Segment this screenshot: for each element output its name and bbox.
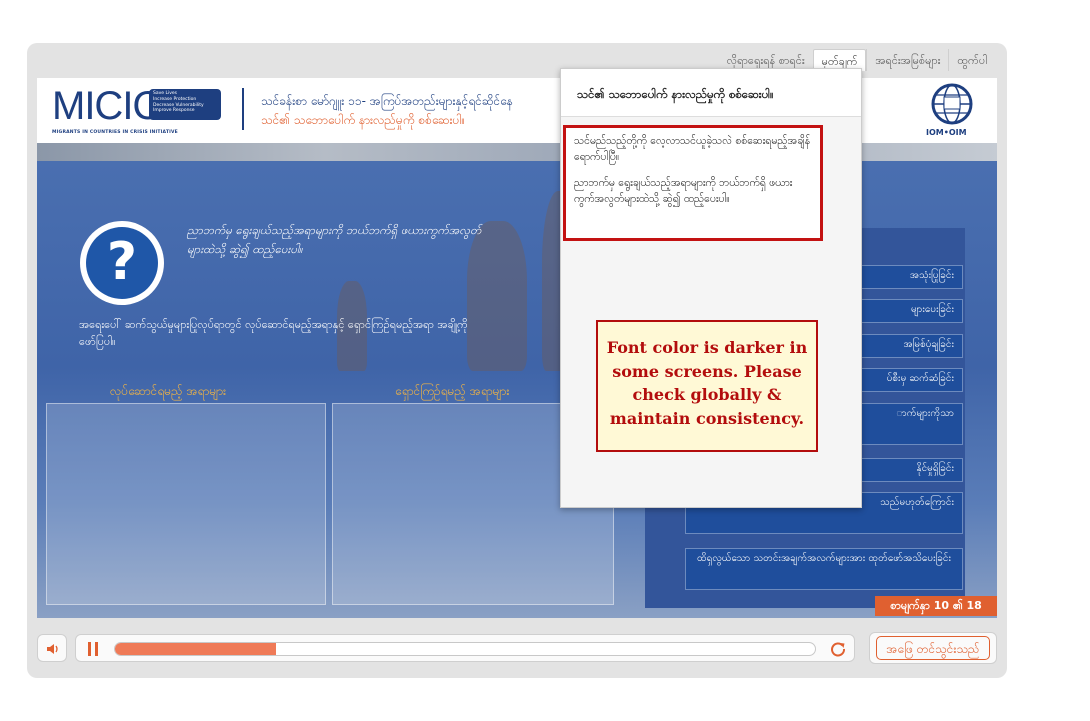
header-divider xyxy=(242,88,244,130)
notes-panel: သင်၏ သဘောပေါက် နားလည်မှုကို စစ်ဆေးပါ။ သင… xyxy=(560,68,862,508)
submit-button-label: အဖြေ တင်သွင်းသည် xyxy=(876,636,990,660)
volume-button[interactable] xyxy=(37,634,67,662)
scenario-text: အရေးပေါ် ဆက်သွယ်မှုများပြုလုပ်ရာတွင် လုပ… xyxy=(79,318,468,348)
slide-counter: စာမျက်နှာ 10 ၏ 18 xyxy=(875,596,997,616)
progress-fill xyxy=(115,643,276,655)
question-badge: ? xyxy=(80,221,164,305)
playback-controls: အဖြေ တင်သွင်းသည် xyxy=(37,632,997,666)
notes-paragraph: ညာဘက်မှ ရွေးချယ်သည့်အရာများကို ဘယ်ဘက်ရှိ… xyxy=(574,177,793,205)
nav-exit[interactable]: ထွက်ပါ xyxy=(948,49,995,71)
do-column-label: လုပ်ဆောင်ရမည့် အရာများ xyxy=(110,384,227,398)
micic-tagline: Save Lives Increase Protection Decrease … xyxy=(149,89,221,120)
review-comment: Font color is darker in some screens. Pl… xyxy=(596,320,818,452)
notes-heading: သင်၏ သဘောပေါက် နားလည်မှုကို စစ်ဆေးပါ။ xyxy=(561,69,861,117)
micic-wordmark: MICIC xyxy=(52,84,161,128)
micic-logo: MICIC Save Lives Increase Protection Dec… xyxy=(52,86,227,138)
answer-option[interactable]: ထိရှလွယ်သော သတင်းအချက်အလက်များအား ထုတ်ဖေ… xyxy=(685,548,963,590)
question-mark-icon: ? xyxy=(106,232,138,292)
do-drop-zone[interactable] xyxy=(46,403,326,605)
iom-wordmark: IOM•OIM xyxy=(926,128,967,137)
replay-icon[interactable] xyxy=(829,640,847,658)
submit-button[interactable]: အဖြေ တင်သွင်းသည် xyxy=(869,632,997,664)
avoid-column-label: ရှောင်ကြဉ်ရမည့် အရာများ xyxy=(395,384,510,398)
seek-track[interactable] xyxy=(114,642,816,656)
module-subtitle: သင်၏ သဘောပေါက် နားလည်မှုကို စစ်ဆေးပါ။ xyxy=(261,113,466,127)
tagline-line: Improve Response xyxy=(153,108,195,114)
speaker-icon xyxy=(47,644,58,654)
player-frame: လိုရာရှေးရန် စာရင်း မှတ်ချက် အရင်းအမြစ်မ… xyxy=(27,43,1007,678)
globe-icon xyxy=(931,83,973,125)
notes-paragraph: သင်မည်သည့်တို့ကို လေ့လာသင်ယူခဲ့သလဲ စစ်ဆေ… xyxy=(574,135,811,163)
module-title: သင်ခန်းစာ မော်ဂျူး ၁၁- အကြပ်အတည်းများနှင… xyxy=(261,94,513,108)
micic-subtitle: MIGRANTS IN COUNTRIES IN CRISIS INITIATI… xyxy=(52,130,178,135)
pause-icon[interactable] xyxy=(88,642,100,656)
notes-highlight-box: သင်မည်သည့်တို့ကို လေ့လာသင်ယူခဲ့သလဲ စစ်ဆေ… xyxy=(563,125,823,241)
nav-resources[interactable]: အရင်းအမြစ်များ xyxy=(866,49,948,71)
question-badge-inner: ? xyxy=(86,227,158,299)
iom-logo: IOM•OIM xyxy=(922,82,982,140)
progress-bar xyxy=(75,634,855,662)
activity-instruction: ညာဘက်မှ ရွေးချယ်သည့်အရာများကို ဘယ်ဘက်ရှိ… xyxy=(187,223,482,256)
